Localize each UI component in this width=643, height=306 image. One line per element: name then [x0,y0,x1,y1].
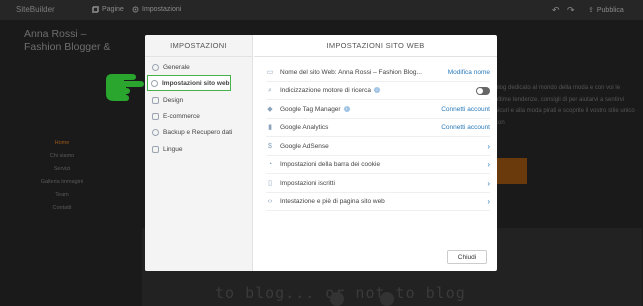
sidebar-item-label: Lingue [163,145,183,153]
connect-account-link[interactable]: Connetti account [441,106,490,113]
redo-icon[interactable]: ↷ [567,5,575,16]
upload-icon: ⇪ [588,7,594,14]
google-adsense-row[interactable]: $ Google AdSense › [266,138,490,156]
site-intro-text: blog dedicato al mondo della moda e con … [495,85,635,126]
site-nav-item[interactable]: Chi siamo [20,153,104,166]
close-button[interactable]: Chiudi [447,250,487,264]
subscriber-icon: ▯ [268,180,272,187]
chevron-right-icon: › [487,160,490,169]
publish-label: Pubblica [596,6,624,14]
settings-sidebar: IMPOSTAZIONI Generale Impostazioni sito … [145,35,253,271]
website-settings-panel: IMPOSTAZIONI SITO WEB ▭ Nome del sito We… [254,35,497,271]
site-navigation: Home Chi siamo Servizi Galleria immagini… [20,140,104,218]
edit-name-link[interactable]: Modifica nome [448,69,490,76]
chevron-right-icon: › [487,179,490,188]
pointing-hand-icon [106,74,144,101]
gear-icon [152,63,159,71]
info-icon[interactable]: i [374,87,381,94]
brand-logo: SiteBuilder [16,5,55,14]
undo-icon[interactable]: ↶ [552,5,560,16]
publish-button[interactable]: ⇪ Pubblica [588,6,624,15]
site-nav-item[interactable]: Team [20,192,104,205]
sidebar-item-label: Design [163,96,184,104]
settings-dialog: IMPOSTAZIONI Generale Impostazioni sito … [145,35,497,271]
bar-chart-icon: ▮ [268,124,272,131]
search-icon: ⌕ [268,87,272,94]
pages-icon [92,6,99,13]
code-icon: ‹› [267,198,273,205]
flag-icon [152,145,159,153]
search-indexing-toggle[interactable] [476,86,490,95]
settings-button[interactable]: Impostazioni [132,6,181,13]
cart-icon [152,112,159,120]
sidebar-item-label: E-commerce [163,112,200,120]
tag-icon: ◆ [267,106,273,113]
connect-account-link[interactable]: Connetti account [441,124,490,131]
gear-icon [132,6,139,13]
site-nav-item[interactable]: Home [20,140,104,153]
header-footer-row[interactable]: ‹› Intestazione e piè di pagina sito web… [266,193,490,211]
site-cta-button [495,158,527,184]
site-nav-item[interactable]: Galleria immagini [20,179,104,192]
top-toolbar: SiteBuilder Pagine Impostazioni ↶ ↷ ⇪ Pu… [0,0,643,20]
browser-icon: ▭ [266,69,274,76]
analytics-label: Google Analytics [280,124,329,131]
site-name-row: ▭ Nome del sito Web: Anna Rossi – Fashio… [266,64,490,82]
sidebar-item-label: Backup e Recupero dati [163,128,233,136]
chevron-right-icon: › [487,142,490,151]
settings-label: Impostazioni [142,6,182,13]
header-footer-label: Intestazione e piè di pagina sito web [280,198,385,205]
sidebar-item-languages[interactable]: Lingue [149,141,249,157]
cookie-bar-row[interactable]: ◔ Impostazioni della barra dei cookie › [266,156,490,174]
subscribers-label: Impostazioni iscritti [280,180,335,187]
tag-manager-label: Google Tag Manager [280,106,341,113]
google-analytics-row: ▮ Google Analytics Connetti account [266,119,490,137]
adsense-label: Google AdSense [280,143,329,150]
sidebar-item-label: Generale [163,63,190,71]
sidebar-item-ecommerce[interactable]: E-commerce [149,108,249,124]
dollar-icon: $ [268,143,272,150]
pages-label: Pagine [102,6,124,13]
site-title: Anna Rossi – Fashion Blogger & [24,28,111,53]
sidebar-title: IMPOSTAZIONI [145,35,252,57]
sidebar-item-label: Impostazioni sito web [162,79,230,87]
site-name-label: Nome del sito Web: [280,69,337,76]
sidebar-item-general[interactable]: Generale [149,59,249,75]
globe-icon [151,79,158,87]
search-indexing-row: ⌕ Indicizzazione motore di ricerca i [266,82,490,100]
search-indexing-label: Indicizzazione motore di ricerca [280,87,372,94]
avatar [330,292,344,306]
panel-title: IMPOSTAZIONI SITO WEB [254,35,497,57]
pages-button[interactable]: Pagine [92,6,124,13]
sidebar-item-website-settings[interactable]: Impostazioni sito web [147,75,231,91]
subscribers-row[interactable]: ▯ Impostazioni iscritti › [266,175,490,193]
google-tag-manager-row: ◆ Google Tag Manager i Connetti account [266,101,490,119]
site-nav-item[interactable]: Contatti [20,205,104,218]
refresh-icon [152,128,159,136]
cookie-bar-label: Impostazioni della barra dei cookie [280,161,381,168]
sidebar-item-design[interactable]: Design [149,92,249,108]
info-icon[interactable]: i [343,106,350,113]
chevron-right-icon: › [487,197,490,206]
cookie-icon: ◔ [267,161,273,168]
avatar [380,292,394,306]
site-nav-item[interactable]: Servizi [20,166,104,179]
sidebar-item-backup[interactable]: Backup e Recupero dati [149,124,249,140]
site-name-value: Anna Rossi – Fashion Blog... [338,69,422,76]
palette-icon [152,96,159,104]
